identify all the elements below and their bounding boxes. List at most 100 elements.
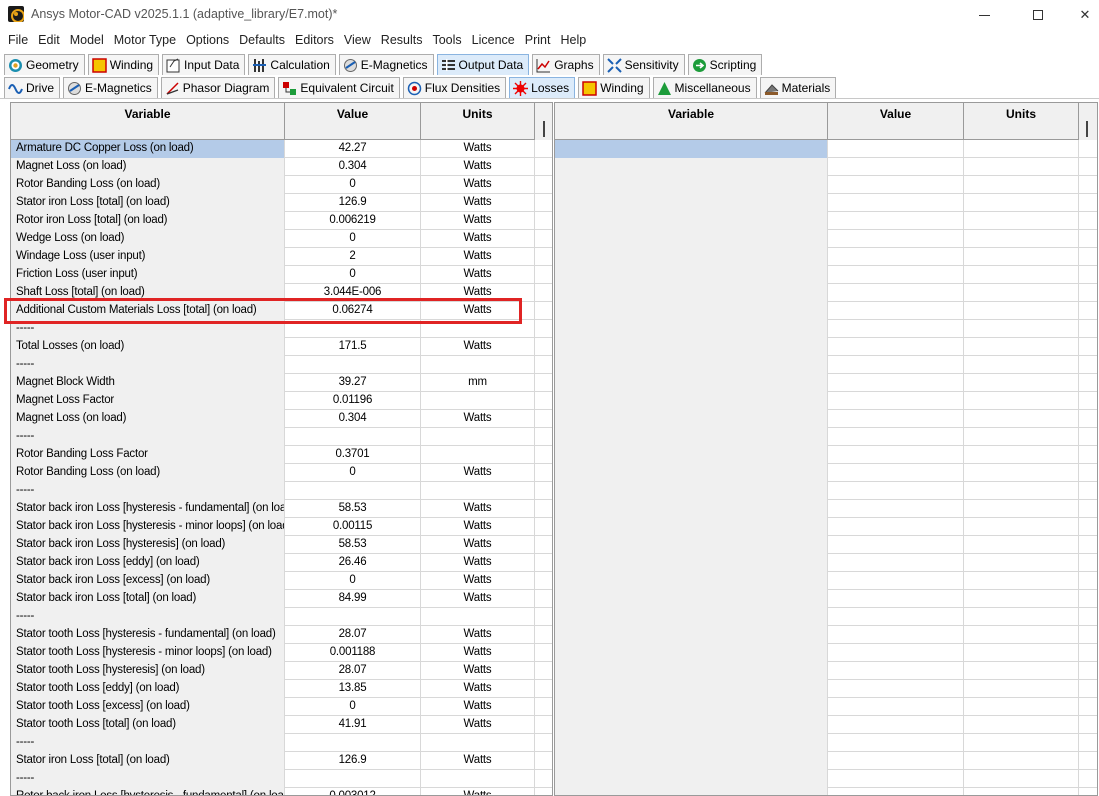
menu-model[interactable]: Model — [66, 33, 108, 47]
tab-e-magnetics[interactable]: E-Magnetics — [338, 54, 434, 75]
table-row[interactable] — [555, 248, 1097, 266]
table-row[interactable]: ----- — [11, 734, 552, 752]
table-row[interactable]: Stator back iron Loss [total] (on load) 8… — [11, 590, 552, 608]
table-row[interactable] — [555, 518, 1097, 536]
table-row[interactable]: Armature DC Copper Loss (on load) 42.27 Wa… — [11, 140, 552, 158]
table-row[interactable]: Magnet Loss (on load) 0.304 Watts — [11, 158, 552, 176]
menu-editors[interactable]: Editors — [291, 33, 338, 47]
table-row[interactable] — [555, 500, 1097, 518]
table-row[interactable]: Rotor Banding Loss (on load) 0 Watts — [11, 176, 552, 194]
header-value[interactable]: Value — [828, 103, 964, 140]
table-row[interactable]: Stator tooth Loss [hysteresis - fundamen… — [11, 626, 552, 644]
tab-e-magnetics[interactable]: E-Magnetics — [63, 77, 158, 98]
table-row[interactable] — [555, 572, 1097, 590]
menu-motor-type[interactable]: Motor Type — [110, 33, 180, 47]
table-row[interactable]: Rotor back iron Loss [hysteresis - funda… — [11, 788, 552, 795]
vertical-scrollbar[interactable] — [1079, 103, 1097, 140]
table-row[interactable]: ----- — [11, 356, 552, 374]
tab-winding[interactable]: Winding — [578, 77, 650, 98]
table-row[interactable] — [555, 356, 1097, 374]
table-row[interactable]: ----- — [11, 482, 552, 500]
tab-flux-densities[interactable]: Flux Densities — [402, 77, 507, 98]
table-row[interactable]: Stator back iron Loss [excess] (on load)… — [11, 572, 552, 590]
table-row[interactable] — [555, 140, 1097, 158]
table-row[interactable]: Magnet Loss (on load) 0.304 Watts — [11, 410, 552, 428]
header-variable[interactable]: Variable — [11, 103, 285, 140]
table-row[interactable]: Stator tooth Loss [eddy] (on load) 13.85 W… — [11, 680, 552, 698]
table-row[interactable] — [555, 302, 1097, 320]
tab-miscellaneous[interactable]: Miscellaneous — [652, 77, 757, 98]
table-row[interactable] — [555, 752, 1097, 770]
table-row[interactable]: Stator iron Loss [total] (on load) 126.9 W… — [11, 752, 552, 770]
tab-losses[interactable]: Losses — [509, 77, 576, 98]
table-row[interactable] — [555, 446, 1097, 464]
table-row[interactable]: ----- — [11, 770, 552, 788]
tab-winding[interactable]: Winding — [87, 54, 160, 75]
table-row[interactable]: Stator tooth Loss [hysteresis - minor lo… — [11, 644, 552, 662]
vertical-scrollbar[interactable] — [535, 103, 552, 140]
menu-options[interactable]: Options — [182, 33, 233, 47]
table-row[interactable] — [555, 428, 1097, 446]
table-row[interactable] — [555, 212, 1097, 230]
table-row[interactable] — [555, 230, 1097, 248]
tab-equivalent-circuit[interactable]: Equivalent Circuit — [278, 77, 400, 98]
table-row[interactable] — [555, 770, 1097, 788]
table-row[interactable]: Stator back iron Loss [hysteresis] (on l… — [11, 536, 552, 554]
header-value[interactable]: Value — [285, 103, 421, 140]
table-row[interactable] — [555, 626, 1097, 644]
table-row[interactable]: ----- — [11, 428, 552, 446]
table-row[interactable] — [555, 374, 1097, 392]
menu-file[interactable]: File — [4, 33, 32, 47]
table-row[interactable] — [555, 554, 1097, 572]
table-row[interactable] — [555, 644, 1097, 662]
table-row[interactable] — [555, 662, 1097, 680]
tab-materials[interactable]: Materials — [759, 77, 837, 98]
tab-scripting[interactable]: Scripting — [687, 54, 763, 75]
scrollbar-thumb[interactable] — [1086, 121, 1088, 137]
tab-sensitivity[interactable]: Sensitivity — [602, 54, 685, 75]
secondary-output-grid[interactable]: Variable Value Units — [554, 102, 1098, 796]
tab-graphs[interactable]: Graphs — [532, 54, 600, 75]
table-row[interactable] — [555, 266, 1097, 284]
menu-licence[interactable]: Licence — [468, 33, 519, 47]
scrollbar-thumb[interactable] — [543, 121, 545, 137]
table-row[interactable]: ----- — [11, 608, 552, 626]
table-row[interactable]: Rotor iron Loss [total] (on load) 0.00621… — [11, 212, 552, 230]
table-row[interactable] — [555, 392, 1097, 410]
table-row[interactable]: Stator back iron Loss [hysteresis - fund… — [11, 500, 552, 518]
table-row[interactable] — [555, 536, 1097, 554]
header-units[interactable]: Units — [421, 103, 535, 140]
table-row[interactable] — [555, 158, 1097, 176]
table-row[interactable]: Stator iron Loss [total] (on load) 126.9 W… — [11, 194, 552, 212]
table-row[interactable] — [555, 464, 1097, 482]
tab-drive[interactable]: Drive — [4, 77, 61, 98]
minimize-button[interactable] — [961, 0, 1007, 30]
menu-edit[interactable]: Edit — [34, 33, 64, 47]
menu-print[interactable]: Print — [521, 33, 555, 47]
tab-phasor-diagram[interactable]: Phasor Diagram — [160, 77, 276, 98]
losses-output-grid[interactable]: Variable Value Units Armature DC Copper … — [10, 102, 553, 796]
header-variable[interactable]: Variable — [555, 103, 828, 140]
table-row[interactable]: Friction Loss (user input) 0 Watts — [11, 266, 552, 284]
menu-view[interactable]: View — [340, 33, 375, 47]
table-row[interactable] — [555, 176, 1097, 194]
table-row[interactable]: Rotor Banding Loss (on load) 0 Watts — [11, 464, 552, 482]
table-row[interactable]: Rotor Banding Loss Factor 0.3701 — [11, 446, 552, 464]
close-button[interactable]: ✕ — [1062, 0, 1099, 30]
table-row[interactable] — [555, 788, 1097, 795]
table-row[interactable]: Stator tooth Loss [total] (on load) 41.91… — [11, 716, 552, 734]
menu-tools[interactable]: Tools — [428, 33, 465, 47]
table-row[interactable] — [555, 734, 1097, 752]
table-row[interactable] — [555, 194, 1097, 212]
table-row[interactable] — [555, 320, 1097, 338]
table-row[interactable] — [555, 284, 1097, 302]
table-row[interactable] — [555, 608, 1097, 626]
table-row[interactable]: Magnet Block Width 39.27 mm — [11, 374, 552, 392]
table-row[interactable] — [555, 716, 1097, 734]
menu-help[interactable]: Help — [556, 33, 590, 47]
tab-output-data[interactable]: Output Data — [436, 54, 530, 75]
table-row[interactable] — [555, 590, 1097, 608]
table-row[interactable] — [555, 482, 1097, 500]
table-row[interactable]: Stator back iron Loss [hysteresis - mino… — [11, 518, 552, 536]
table-row[interactable] — [555, 680, 1097, 698]
